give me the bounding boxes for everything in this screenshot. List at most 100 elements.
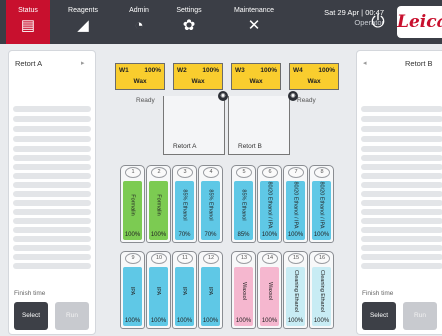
placeholder-line <box>13 218 91 224</box>
placeholder-line <box>361 263 442 269</box>
placeholder-line <box>361 146 442 152</box>
bottle-number: 11 <box>177 253 193 264</box>
wax-bath-level: 100% <box>318 67 335 74</box>
reagent-bottle-5[interactable]: 5 85% Ethanol 85% <box>231 165 256 243</box>
reagent-name: Formalin <box>155 194 162 216</box>
reagent-level: 100% <box>176 318 193 324</box>
retort-b-chamber[interactable]: Retort B <box>228 96 290 155</box>
retort-a-title: Retort A <box>15 59 43 68</box>
run-button[interactable]: Run <box>403 302 437 330</box>
retort-a-panel: Retort A ▸ Finish time Select Run <box>8 50 96 335</box>
placeholder-line <box>361 254 442 260</box>
select-button[interactable]: Select <box>362 302 396 330</box>
reagent-name: 85% Ethanol <box>207 189 214 221</box>
reagent-level: 100% <box>150 318 167 324</box>
bottle-number: 6 <box>262 167 278 178</box>
reagent-bottle-14[interactable]: 14 Waxsol 100% <box>257 251 282 329</box>
tab-settings[interactable]: Settings ✿ <box>165 0 213 44</box>
bottle-number: 3 <box>177 167 193 178</box>
bottle-number: 9 <box>125 253 141 264</box>
placeholder-line <box>13 173 91 179</box>
placeholder-line <box>13 126 91 132</box>
wax-bath-id: W1 <box>119 67 129 74</box>
reagent-level: 70% <box>178 232 191 238</box>
reagent-bottle-4[interactable]: 4 85% Ethanol 70% <box>198 165 223 243</box>
reagent-level: 100% <box>124 318 141 324</box>
tab-label: Maintenance <box>233 7 275 14</box>
tab-reagents[interactable]: Reagents ◢ <box>59 0 107 44</box>
collapse-arrow-icon[interactable]: ◂ <box>363 59 367 67</box>
select-button[interactable]: Select <box>14 302 48 330</box>
wax-bath-level: 100% <box>144 67 161 74</box>
run-button[interactable]: Run <box>55 302 89 330</box>
wax-bath-w3[interactable]: W3 100% Wax <box>231 63 281 90</box>
reagent-name: IPA <box>181 286 188 296</box>
wax-bath-id: W3 <box>235 67 245 74</box>
wax-bath-w4[interactable]: W4 100% Wax <box>289 63 339 90</box>
tab-admin[interactable]: Admin ◔ <box>115 0 163 44</box>
reagent-bottle-10[interactable]: 10 IPA 100% <box>146 251 171 329</box>
reagent-bottle-12[interactable]: 12 IPA 100% <box>198 251 223 329</box>
wax-bath-id: W4 <box>293 67 303 74</box>
status-icon: ▤ <box>20 17 36 34</box>
placeholder-line <box>361 218 442 224</box>
top-bar: Status ▤ Reagents ◢ Admin ◔ Settings ✿ Maintenan… <box>0 0 442 44</box>
retort-a-chamber[interactable]: Retort A <box>163 96 225 155</box>
placeholder-line <box>361 236 442 242</box>
finish-time-label: Finish time <box>362 290 394 297</box>
maintenance-tools-icon: ✕ <box>247 17 261 34</box>
bottle-number: 7 <box>288 167 304 178</box>
tab-maintenance[interactable]: Maintenance ✕ <box>226 0 282 44</box>
placeholder-line <box>13 116 91 122</box>
wax-bath-level: 100% <box>202 67 219 74</box>
tab-label: Admin <box>129 7 149 14</box>
bottle-number: 13 <box>236 253 252 264</box>
placeholder-line <box>13 164 91 170</box>
placeholder-line <box>361 182 442 188</box>
bottle-number: 12 <box>203 253 219 264</box>
bottle-number: 10 <box>151 253 167 264</box>
wax-bath-w1[interactable]: W1 100% Wax <box>115 63 165 90</box>
wax-bath-label: Wax <box>133 78 147 85</box>
placeholder-line <box>13 182 91 188</box>
placeholder-line <box>361 116 442 122</box>
reagent-level: 100% <box>313 232 330 238</box>
tab-status[interactable]: Status ▤ <box>6 0 50 44</box>
retort-b-panel: ◂ Retort B Finish time Select Run <box>356 50 442 335</box>
reagent-name: IPA <box>207 286 214 296</box>
reagent-name: IPA <box>129 286 136 296</box>
power-button[interactable]: ⏻ <box>367 11 389 33</box>
wax-bath-w2[interactable]: W2 100% Wax <box>173 63 223 90</box>
placeholder-line <box>13 200 91 206</box>
reagent-bottle-8[interactable]: 8 80/20 Ethanol / IPA 100% <box>309 165 334 243</box>
reagent-bottle-13[interactable]: 13 Waxsol 100% <box>231 251 256 329</box>
reagent-bottle-1[interactable]: 1 Formalin 100% <box>120 165 145 243</box>
reagent-bottle-3[interactable]: 3 85% Ethanol 70% <box>172 165 197 243</box>
reagent-level: 100% <box>124 232 141 238</box>
placeholder-line <box>13 254 91 260</box>
reagent-name: Waxsol <box>240 282 247 300</box>
bottle-number: 8 <box>314 167 330 178</box>
placeholder-line <box>361 106 442 112</box>
reagent-bottle-11[interactable]: 11 IPA 100% <box>172 251 197 329</box>
reagent-bottle-6[interactable]: 6 80/20 Ethanol / IPA 100% <box>257 165 282 243</box>
bottle-number: 16 <box>314 253 330 264</box>
placeholder-line <box>13 263 91 269</box>
reagent-bottle-15[interactable]: 15 Cleaning Ethanol 100% <box>283 251 308 329</box>
reagent-name: Formalin <box>129 194 136 216</box>
reagent-bottle-9[interactable]: 9 IPA 100% <box>120 251 145 329</box>
reagent-bottle-7[interactable]: 7 80/20 Ethanol / IPA 100% <box>283 165 308 243</box>
reagent-name: 80/20 Ethanol / IPA <box>292 181 299 229</box>
placeholder-line <box>13 245 91 251</box>
reagent-name: 85% Ethanol <box>240 189 247 221</box>
expand-arrow-icon[interactable]: ▸ <box>81 59 85 67</box>
placeholder-line <box>13 136 91 142</box>
tab-label: Status <box>18 7 38 14</box>
placeholder-line <box>361 164 442 170</box>
reagent-bottle-16[interactable]: 16 Cleaning Ethanol 100% <box>309 251 334 329</box>
placeholder-line <box>13 155 91 161</box>
reagent-bottle-2[interactable]: 2 Formalin 100% <box>146 165 171 243</box>
bottle-number: 4 <box>203 167 219 178</box>
placeholder-line <box>361 200 442 206</box>
placeholder-line <box>13 227 91 233</box>
